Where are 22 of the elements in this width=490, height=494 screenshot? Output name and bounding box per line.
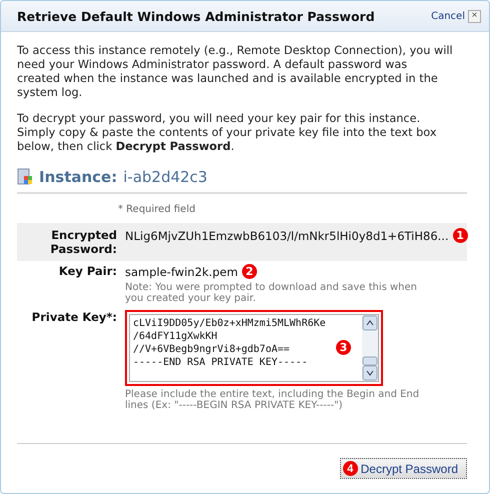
intro-paragraph: To decrypt your password, you will need your key pair for this instance. Simply copy & paste the contents of your private key file into the text box below, then click Decrypt Password.: [17, 112, 438, 154]
intro-paragraph: To access this instance remotely (e.g., Remote Desktop Connection), you will need your Windows Administrator password. A default password was created when the instance was launched and is available encrypted in the system log.: [17, 44, 453, 100]
scrollbar[interactable]: [362, 315, 378, 381]
callout-number: 4: [342, 461, 358, 476]
field-label: Key Pair:: [58, 264, 117, 278]
callout-number: 3: [336, 340, 351, 355]
cancel-link[interactable]: Cancel: [431, 10, 465, 22]
callout-number: 2: [242, 264, 257, 279]
field-label: Private Key*:: [30, 310, 117, 324]
dialog-title: Retrieve Default Windows Administrator Password: [17, 8, 375, 24]
field-value: NLig6MjvZUh1EmzwbB6103/l/mNkr5lHi0y8d1+6TiH86...: [125, 228, 449, 242]
close-button[interactable]: ×: [468, 10, 481, 22]
required-note: * Required field: [117, 203, 196, 217]
field-value: sample-fwin2k.pem: [125, 264, 238, 278]
windows-server-icon: [17, 168, 33, 186]
callout-number: 1: [452, 228, 468, 243]
field-note: Note: You were prompted to download and save this when you created your key pair.: [125, 282, 418, 304]
instance-id: i-ab2d42c3: [123, 168, 208, 186]
field-note: Please include the entire text, including the Begin and End lines (Ex: "-----BEGIN RSA PRIVATE KEY-----"): [125, 389, 420, 411]
instance-label: Instance:: [39, 168, 118, 186]
field-label: Encrypted Password:: [49, 228, 117, 256]
decrypt-password-button[interactable]: 4 Decrypt Password: [340, 458, 467, 479]
